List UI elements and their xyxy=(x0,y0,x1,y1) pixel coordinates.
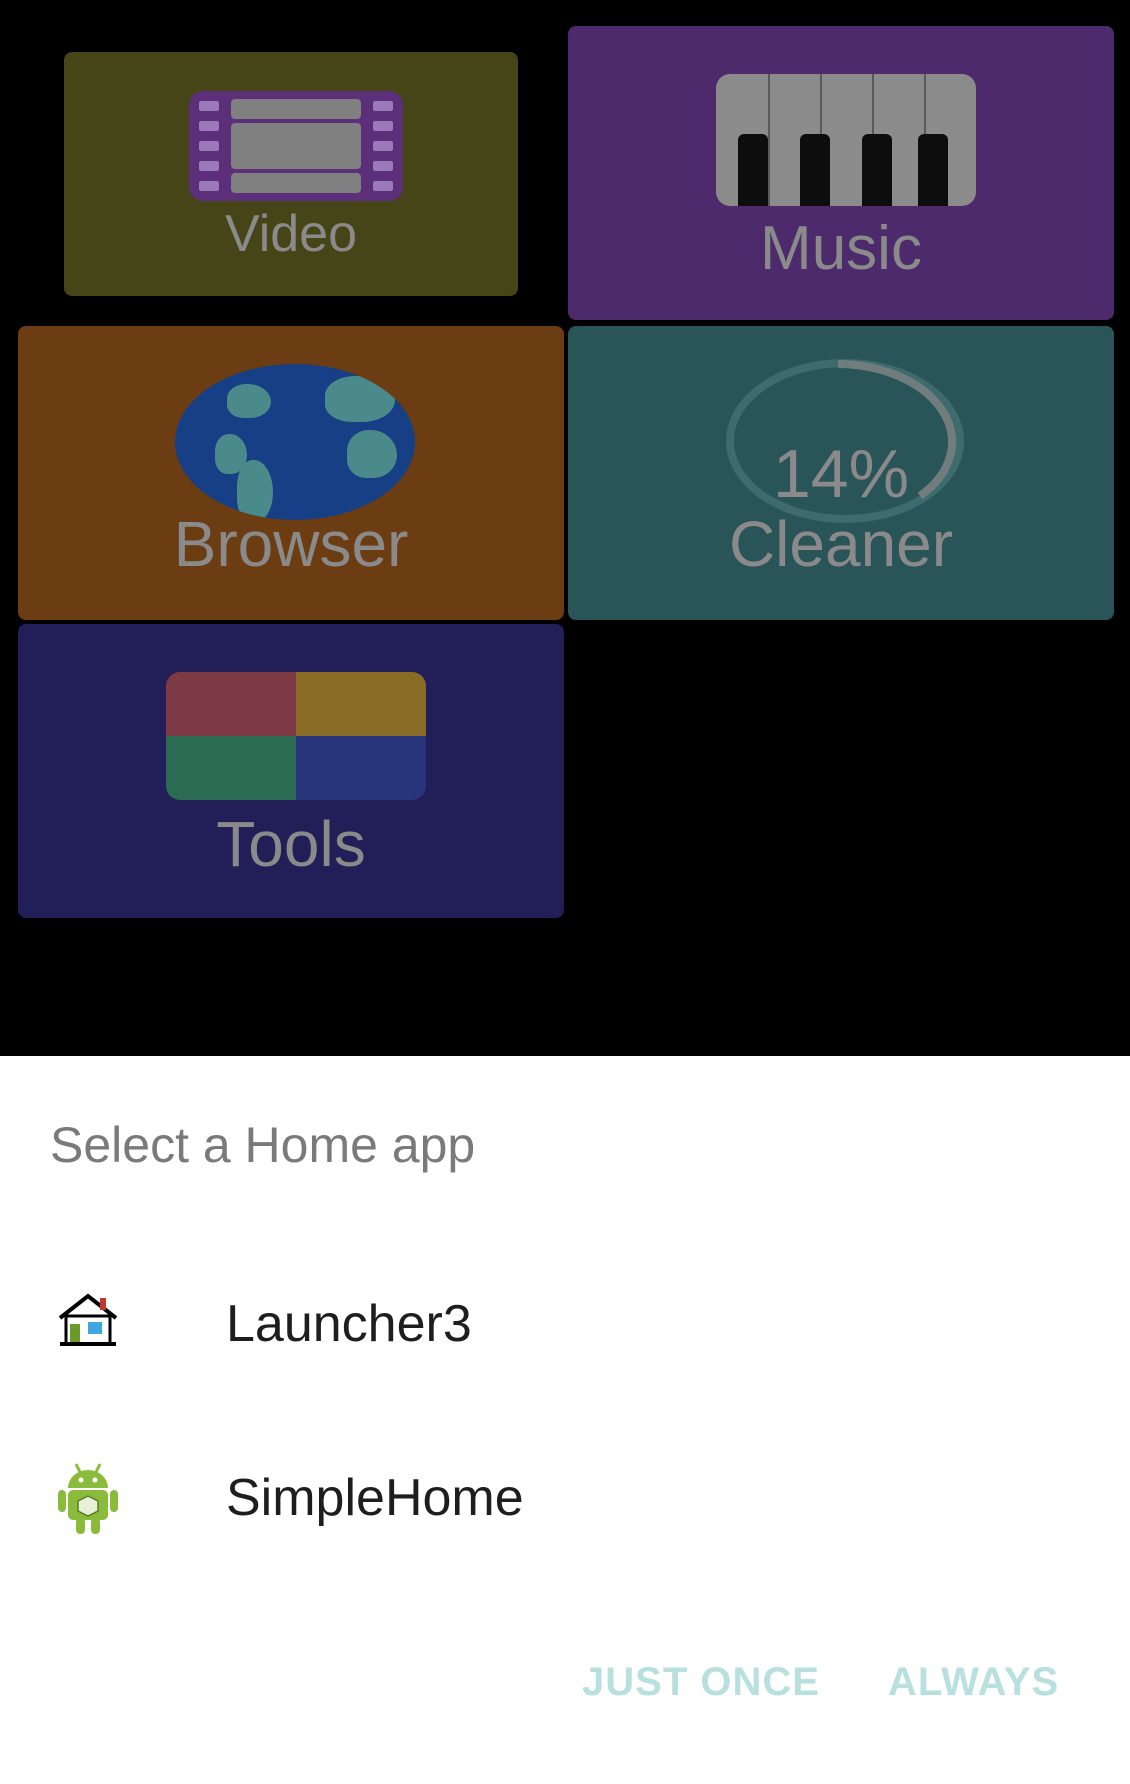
cleaner-percent: 14% xyxy=(772,436,910,512)
always-button[interactable]: ALWAYS xyxy=(888,1660,1059,1705)
option-label: Launcher3 xyxy=(226,1295,472,1353)
video-icon xyxy=(189,91,403,201)
dialog-title: Select a Home app xyxy=(50,1117,476,1173)
tools-icon xyxy=(166,672,426,800)
piano-icon xyxy=(716,74,976,206)
music-label: Music xyxy=(760,214,922,283)
house-icon xyxy=(58,1293,118,1346)
option-simplehome[interactable]: SimpleHome xyxy=(0,1420,1130,1570)
browser-label: Browser xyxy=(173,508,409,580)
cleaner-label: Cleaner xyxy=(728,508,954,580)
option-launcher3[interactable]: Launcher3 xyxy=(0,1246,1130,1396)
video-label: Video xyxy=(224,205,358,263)
option-label: SimpleHome xyxy=(226,1469,524,1527)
android-icon xyxy=(58,1463,118,1534)
just-once-button[interactable]: JUST ONCE xyxy=(582,1660,820,1705)
globe-icon xyxy=(175,364,415,520)
tools-label: Tools xyxy=(216,808,366,880)
